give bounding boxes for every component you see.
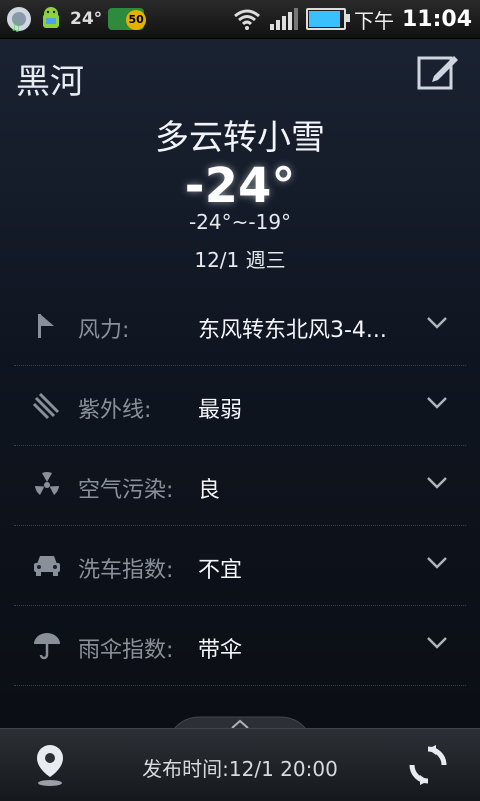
detail-value: 带伞 [198, 638, 243, 663]
status-ampm: 下午 [353, 8, 394, 33]
chevron-down-icon[interactable] [426, 476, 448, 490]
umbrella-icon [34, 633, 60, 660]
status-clock: 11:04 [401, 6, 472, 32]
chevron-down-icon[interactable] [426, 636, 448, 650]
detail-label: 风力: [78, 318, 130, 343]
weather-condition: 多云转小雪 [155, 118, 325, 158]
detail-value: 东风转东北风3-4... [198, 318, 387, 343]
current-temperature: -24° [184, 158, 296, 214]
bottom-bar: 发布时间:12/1 20:00 [0, 728, 480, 801]
detail-label: 空气污染: [78, 478, 174, 503]
temperature-range: -24°~-19° [188, 210, 292, 234]
detail-label: 紫外线: [78, 398, 152, 423]
svg-text:♫: ♫ [10, 20, 21, 32]
detail-row-car-wash[interactable]: 洗车指数: 不宜 [14, 526, 466, 606]
chevron-down-icon[interactable] [426, 556, 448, 570]
detail-row-air-pollution[interactable]: 空气污染: 良 [14, 446, 466, 526]
status-temperature: 24° [70, 9, 103, 29]
car-icon [34, 556, 60, 576]
wifi-icon [234, 9, 260, 30]
forecast-date: 12/1 週三 [194, 248, 286, 272]
weather-details-list: 风力: 东风转东北风3-4... 紫外线: 最弱 空气污染: 良 洗车指数: 不… [14, 286, 466, 686]
notification-badge: 50 [108, 8, 147, 30]
notification-count: 50 [126, 10, 147, 30]
city-name[interactable]: 黑河 [16, 54, 84, 103]
refresh-icon[interactable] [406, 743, 450, 787]
signal-strength-icon [269, 8, 298, 30]
detail-row-uv[interactable]: 紫外线: 最弱 [14, 366, 466, 446]
wind-flag-icon [38, 314, 54, 338]
battery-icon [305, 8, 350, 30]
weather-app-icon: ♫ [7, 7, 31, 32]
detail-row-umbrella[interactable]: 雨伞指数: 带伞 [14, 606, 466, 686]
radiation-icon [35, 472, 59, 495]
detail-label: 洗车指数: [78, 558, 174, 583]
detail-label: 雨伞指数: [78, 638, 174, 663]
android-icon [43, 7, 59, 28]
status-bar: ♫ 24° 50 下午 11:04 [0, 0, 480, 39]
detail-value: 良 [198, 478, 221, 503]
detail-value: 不宜 [198, 558, 243, 583]
chevron-down-icon[interactable] [426, 396, 448, 410]
detail-row-wind[interactable]: 风力: 东风转东北风3-4... [14, 286, 466, 366]
edit-icon[interactable] [416, 52, 460, 92]
detail-value: 最弱 [198, 398, 243, 423]
chevron-down-icon[interactable] [426, 316, 448, 330]
uv-rays-icon [32, 392, 60, 420]
